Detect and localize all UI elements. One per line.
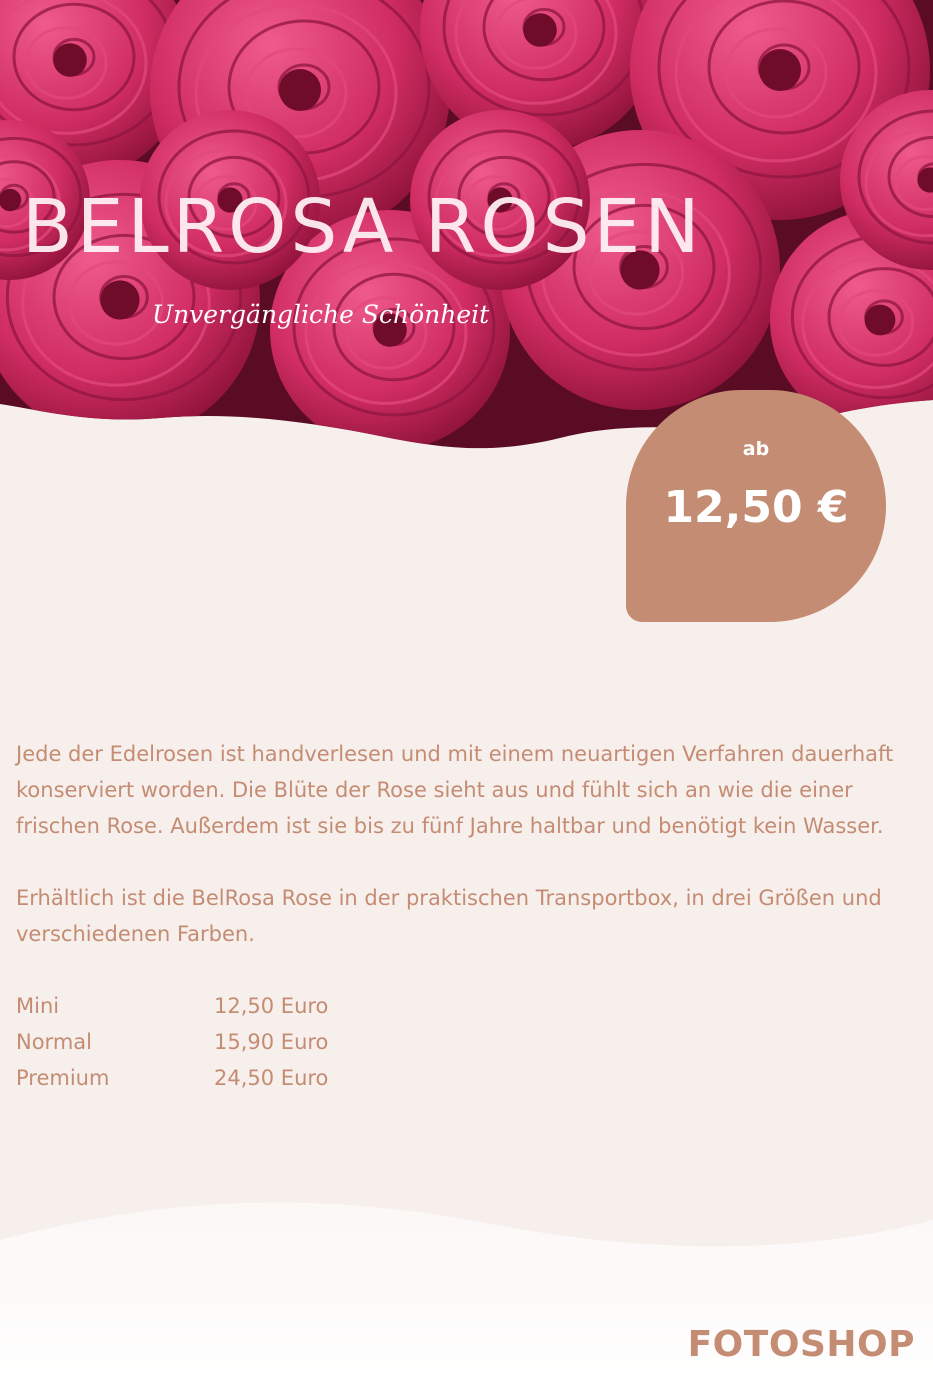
price-list: Mini 12,50 Euro Normal 15,90 Euro Premiu… [16, 988, 896, 1096]
size-label: Normal [16, 1030, 92, 1054]
size-price: 15,90 Euro [214, 1030, 329, 1054]
price-badge: ab 12,50 € [626, 390, 886, 622]
product-title: BELROSA ROSEN [22, 184, 704, 270]
brand-logo: FOTOSHOP [687, 1324, 915, 1365]
price-row: Mini 12,50 Euro [16, 988, 896, 1024]
size-label: Mini [16, 994, 60, 1018]
price-prefix: ab [742, 438, 770, 460]
description-paragraph: Jede der Edelrosen ist handverlesen und … [16, 742, 894, 838]
description-paragraph: Erhältlich ist die BelRosa Rose in der p… [16, 886, 882, 946]
size-price: 12,50 Euro [214, 994, 329, 1018]
price-row: Premium 24,50 Euro [16, 1060, 896, 1096]
bottom-wave [0, 1202, 933, 1400]
price-row: Normal 15,90 Euro [16, 1024, 896, 1060]
size-price: 24,50 Euro [214, 1066, 329, 1090]
product-description: Jede der Edelrosen ist handverlesen und … [16, 736, 896, 1096]
product-subtitle: Unvergängliche Schönheit [152, 300, 490, 329]
price-value: 12,50 € [663, 482, 849, 533]
size-label: Premium [16, 1066, 110, 1090]
